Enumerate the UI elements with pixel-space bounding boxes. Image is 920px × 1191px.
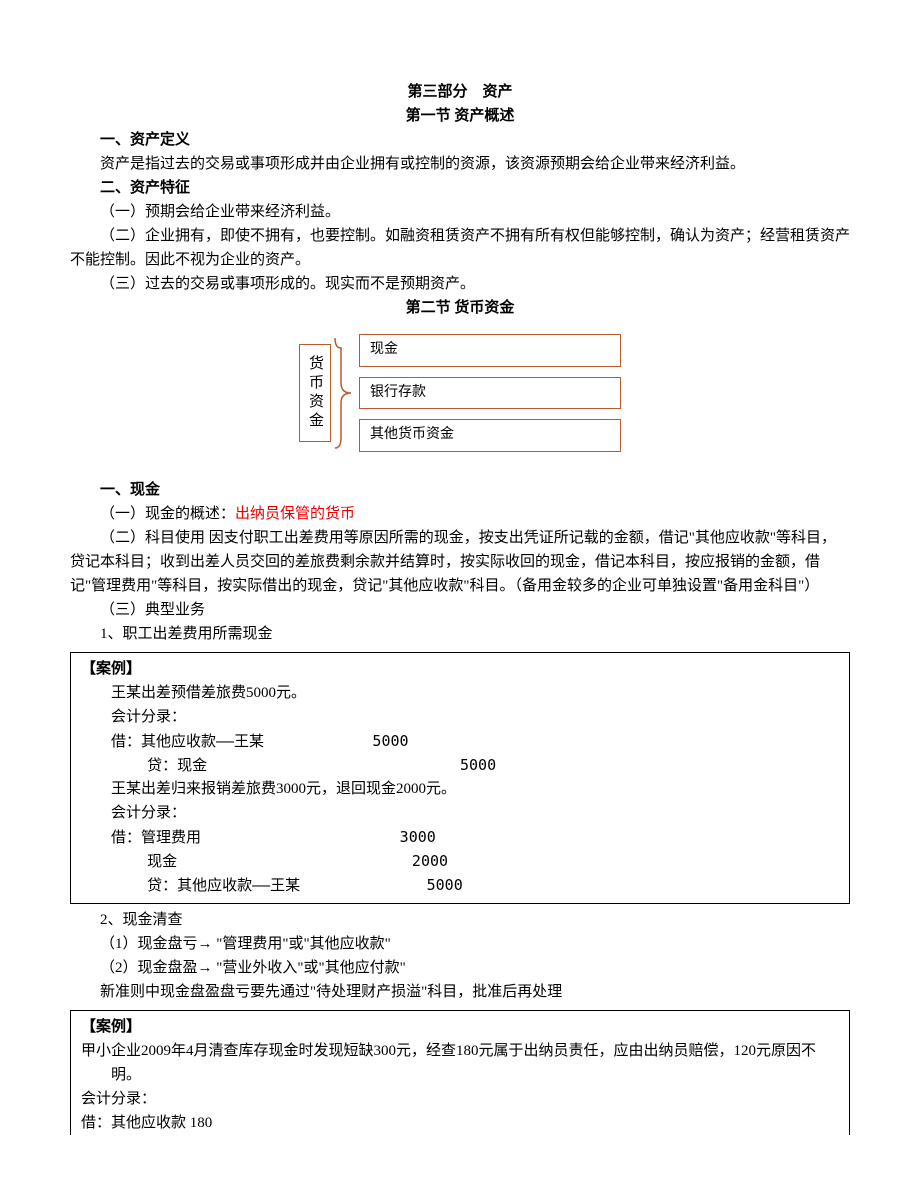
- case-2-label: 【案例】: [81, 1015, 839, 1039]
- feature-2: （二）企业拥有，即使不拥有，也要控制。如融资租赁资产不拥有所有权但能够控制，确认…: [70, 224, 850, 272]
- biz-1-title: 1、职工出差费用所需现金: [70, 622, 850, 646]
- heading-cash: 一、现金: [70, 478, 850, 502]
- case-2-line-2: 会计分录：: [81, 1087, 839, 1111]
- cash-typical: （三）典型业务: [70, 598, 850, 622]
- section-2-title: 第二节 货币资金: [70, 296, 850, 320]
- cash-overview-label: （一）现金的概述：: [100, 506, 235, 522]
- case-1-line-1: 王某出差预借差旅费5000元。: [81, 681, 839, 705]
- diagram-root-box: 货币资金: [299, 344, 331, 442]
- case-1-line-8: 现金 2000: [81, 849, 839, 873]
- case-1-line-2: 会计分录：: [81, 705, 839, 729]
- feature-1: （一）预期会给企业带来经济利益。: [70, 200, 850, 224]
- case-1-line-7: 借：管理费用 3000: [81, 825, 839, 849]
- case-2-line-1: 甲小企业2009年4月清查库存现金时发现短缺300元，经查180元属于出纳员责任…: [81, 1039, 839, 1087]
- diagram-items: 现金 银行存款 其他货币资金: [359, 334, 621, 451]
- definition-text: 资产是指过去的交易或事项形成并由企业拥有或控制的资源，该资源预期会给企业带来经济…: [70, 152, 850, 176]
- case-box-2: 【案例】 甲小企业2009年4月清查库存现金时发现短缺300元，经查180元属于…: [70, 1010, 850, 1135]
- cash-overview-red: 出纳员保管的货币: [235, 506, 355, 522]
- diagram-item-bank: 银行存款: [359, 377, 621, 409]
- diagram-item-cash: 现金: [359, 334, 621, 366]
- biz-2-note: 新准则中现金盘盈盘亏要先通过"待处理财产损溢"科目，批准后再处理: [70, 980, 850, 1004]
- case-1-label: 【案例】: [81, 657, 839, 681]
- feature-3: （三）过去的交易或事项形成的。现实而不是预期资产。: [70, 272, 850, 296]
- part-title: 第三部分 资产: [70, 80, 850, 104]
- case-box-1: 【案例】 王某出差预借差旅费5000元。 会计分录： 借：其他应收款——王某 5…: [70, 652, 850, 904]
- heading-definition: 一、资产定义: [70, 128, 850, 152]
- case-1-line-6: 会计分录：: [81, 801, 839, 825]
- money-funds-diagram: 货币资金 现金 银行存款 其他货币资金: [70, 328, 850, 458]
- cash-overview: （一）现金的概述：出纳员保管的货币: [70, 502, 850, 526]
- case-1-line-9: 贷：其他应收款——王某 5000: [81, 873, 839, 897]
- brace-icon: [331, 328, 357, 458]
- case-2-line-3: 借：其他应收款 180: [81, 1111, 839, 1135]
- heading-features: 二、资产特征: [70, 176, 850, 200]
- case-1-line-3: 借：其他应收款——王某 5000: [81, 729, 839, 753]
- diagram-item-other: 其他货币资金: [359, 419, 621, 451]
- biz-2-title: 2、现金清查: [70, 908, 850, 932]
- biz-2-sub-1: （1）现金盘亏→ "管理费用"或"其他应收款": [70, 932, 850, 956]
- case-1-line-5: 王某出差归来报销差旅费3000元，退回现金2000元。: [81, 777, 839, 801]
- section-1-title: 第一节 资产概述: [70, 104, 850, 128]
- cash-usage: （二）科目使用 因支付职工出差费用等原因所需的现金，按支出凭证所记载的金额，借记…: [70, 526, 850, 598]
- biz-2-sub-2: （2）现金盘盈→ "营业外收入"或"其他应付款": [70, 956, 850, 980]
- case-1-line-4: 贷：现金 5000: [81, 753, 839, 777]
